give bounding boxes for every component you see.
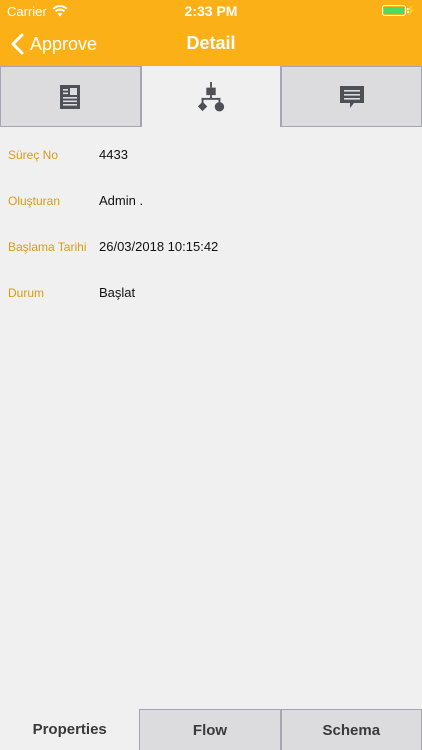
property-row-process-no: Süreç No 4433	[0, 127, 422, 173]
flow-diagram-icon	[197, 81, 225, 112]
property-row-status: Durum Başlat	[0, 265, 422, 311]
detail-tabs	[0, 66, 422, 127]
document-icon	[60, 84, 81, 109]
tab-properties[interactable]: Properties	[0, 709, 140, 750]
property-label: Başlama Tarihi	[8, 240, 87, 254]
properties-list: Süreç No 4433 Oluşturan Admin . Başlama …	[0, 127, 422, 311]
property-value: Admin .	[99, 193, 144, 208]
status-bar: Carrier 2:33 PM ⚡	[0, 0, 422, 22]
tab-document[interactable]	[0, 66, 141, 127]
comment-icon	[339, 85, 364, 108]
battery-icon	[382, 5, 406, 16]
property-value: 4433	[99, 147, 128, 162]
tab-comments[interactable]	[281, 66, 422, 127]
property-value: Başlat	[99, 285, 136, 300]
bottom-tab-bar: Properties Flow Schema	[0, 709, 422, 750]
top-bar: Carrier 2:33 PM ⚡ Approve Detail	[0, 0, 422, 66]
tab-flow[interactable]: Flow	[139, 709, 281, 750]
tab-schema[interactable]: Schema	[280, 709, 422, 750]
page-title: Detail	[186, 33, 236, 53]
property-value: 26/03/2018 10:15:42	[99, 239, 219, 254]
property-row-created-by: Oluşturan Admin .	[0, 173, 422, 219]
property-row-start-date: Başlama Tarihi 26/03/2018 10:15:42	[0, 219, 422, 265]
clock: 2:33 PM	[184, 3, 238, 19]
navigation-bar: Approve Detail	[0, 22, 422, 66]
tab-flow-diagram[interactable]	[140, 66, 282, 127]
property-label: Süreç No	[8, 148, 59, 162]
charging-bolt-icon: ⚡	[404, 5, 418, 17]
property-label: Durum	[8, 286, 45, 300]
property-label: Oluşturan	[8, 194, 61, 208]
